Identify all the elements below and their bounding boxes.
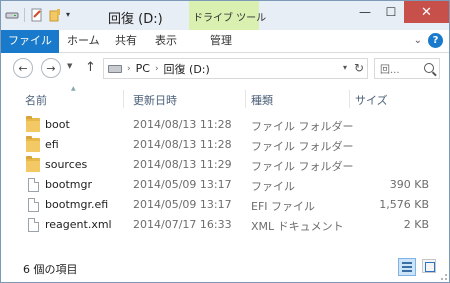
toolbar-separator: [24, 8, 25, 22]
tab-home[interactable]: ホーム: [61, 30, 106, 53]
chevron-right-icon[interactable]: ›: [127, 64, 131, 74]
search-icon: [424, 63, 434, 73]
address-bar[interactable]: › PC › 回復 (D:) ▾ ↻: [103, 58, 368, 79]
tab-file[interactable]: ファイル: [1, 30, 59, 53]
navigation-bar: ← → ▼ ↑ › PC › 回復 (D:) ▾ ↻ 回...: [1, 53, 449, 82]
list-item[interactable]: reagent.xml 2014/07/17 16:33 XML ドキュメント …: [1, 215, 449, 235]
search-input[interactable]: 回...: [374, 58, 440, 79]
column-header-size[interactable]: サイズ: [355, 92, 388, 108]
column-divider[interactable]: [245, 90, 246, 108]
item-name: sources: [45, 158, 88, 171]
refresh-icon[interactable]: ↻: [354, 61, 364, 75]
list-item[interactable]: efi 2014/08/13 11:28 ファイル フォルダー: [1, 135, 449, 155]
breadcrumb-pc[interactable]: PC: [136, 62, 150, 75]
back-button[interactable]: ←: [13, 58, 33, 78]
folder-icon: [26, 116, 40, 132]
list-item[interactable]: boot 2014/08/13 11:28 ファイル フォルダー: [1, 115, 449, 135]
column-header-date[interactable]: 更新日時: [133, 92, 177, 108]
explorer-window: ▾ ドライブ ツール 回復 (D:) — ☐ ✕ ファイル ホーム 共有 表示 …: [0, 0, 450, 283]
maximize-icon: ☐: [385, 5, 397, 19]
item-name: efi: [45, 138, 59, 151]
close-icon: ✕: [421, 4, 432, 20]
list-item[interactable]: sources 2014/08/13 11:29 ファイル フォルダー: [1, 155, 449, 175]
item-name: bootmgr: [45, 178, 92, 191]
minimize-icon: —: [359, 5, 371, 19]
maximize-button[interactable]: ☐: [378, 1, 404, 23]
folder-icon: [26, 136, 40, 152]
address-dropdown-icon[interactable]: ▾: [343, 63, 347, 72]
large-icons-view-icon[interactable]: [422, 259, 436, 273]
context-tab-group-label: ドライブ ツール: [193, 13, 267, 24]
item-size: 2 KB: [403, 218, 429, 231]
column-divider[interactable]: [123, 90, 124, 108]
column-header-type[interactable]: 種類: [251, 92, 273, 108]
new-folder-icon[interactable]: [48, 8, 62, 22]
help-icon[interactable]: ?: [428, 33, 443, 48]
quick-access-toolbar: ▾: [5, 7, 70, 23]
item-type: XML ドキュメント: [251, 220, 344, 233]
item-date: 2014/08/13 11:28: [133, 118, 232, 131]
properties-icon[interactable]: [30, 8, 44, 22]
item-name: boot: [45, 118, 70, 131]
item-size: 390 KB: [389, 178, 429, 191]
item-type: ファイル: [251, 180, 295, 193]
up-arrow-icon[interactable]: ↑: [85, 60, 96, 75]
item-type: ファイル フォルダー: [251, 120, 354, 133]
status-bar: 6 個の項目: [1, 254, 449, 282]
item-date: 2014/05/09 13:17: [133, 198, 232, 211]
search-placeholder: 回...: [380, 65, 400, 76]
column-divider[interactable]: [349, 90, 350, 108]
title-bar: ▾ ドライブ ツール 回復 (D:) — ☐ ✕: [1, 1, 449, 30]
column-headers: 名前 更新日時 種類 サイズ: [1, 86, 449, 110]
item-date: 2014/08/13 11:29: [133, 158, 232, 171]
folder-icon: [26, 156, 40, 172]
forward-button[interactable]: →: [41, 58, 61, 78]
expand-ribbon-icon[interactable]: ⌄: [414, 35, 422, 46]
back-arrow-icon: ←: [18, 61, 28, 75]
list-item[interactable]: bootmgr.efi 2014/05/09 13:17 EFI ファイル 1,…: [1, 195, 449, 215]
file-icon: [28, 198, 39, 212]
close-button[interactable]: ✕: [404, 1, 449, 23]
tab-share[interactable]: 共有: [109, 30, 143, 53]
list-item[interactable]: bootmgr 2014/05/09 13:17 ファイル 390 KB: [1, 175, 449, 195]
chevron-right-icon[interactable]: ›: [155, 64, 159, 74]
item-count: 6 個の項目: [23, 263, 78, 276]
item-type: EFI ファイル: [251, 200, 316, 213]
tab-manage[interactable]: 管理: [204, 30, 238, 53]
resize-grip[interactable]: [441, 274, 447, 280]
item-type: ファイル フォルダー: [251, 160, 354, 173]
ribbon-tools: ⌄ ?: [414, 33, 443, 48]
file-icon: [28, 218, 39, 232]
ribbon-tabs: ファイル ホーム 共有 表示 管理: [1, 30, 449, 53]
breadcrumb-drive[interactable]: 回復 (D:): [164, 61, 210, 77]
details-view-icon[interactable]: [398, 258, 416, 276]
item-date: 2014/05/09 13:17: [133, 178, 232, 191]
item-type: ファイル フォルダー: [251, 140, 354, 153]
item-date: 2014/07/17 16:33: [133, 218, 232, 231]
drive-icon: [108, 64, 122, 73]
item-name: bootmgr.efi: [45, 198, 109, 211]
tab-view[interactable]: 表示: [149, 30, 183, 53]
window-controls: — ☐ ✕: [352, 1, 449, 23]
window-title: 回復 (D:): [108, 12, 163, 27]
minimize-button[interactable]: —: [352, 1, 378, 23]
item-date: 2014/08/13 11:28: [133, 138, 232, 151]
drive-icon[interactable]: [5, 8, 19, 22]
file-icon: [28, 178, 39, 192]
recent-locations-dropdown-icon[interactable]: ▼: [67, 62, 72, 70]
item-size: 1,576 KB: [379, 198, 429, 211]
customize-dropdown-icon[interactable]: ▾: [66, 8, 70, 22]
item-name: reagent.xml: [45, 218, 112, 231]
column-header-name[interactable]: 名前: [25, 92, 47, 108]
forward-arrow-icon: →: [46, 61, 56, 75]
